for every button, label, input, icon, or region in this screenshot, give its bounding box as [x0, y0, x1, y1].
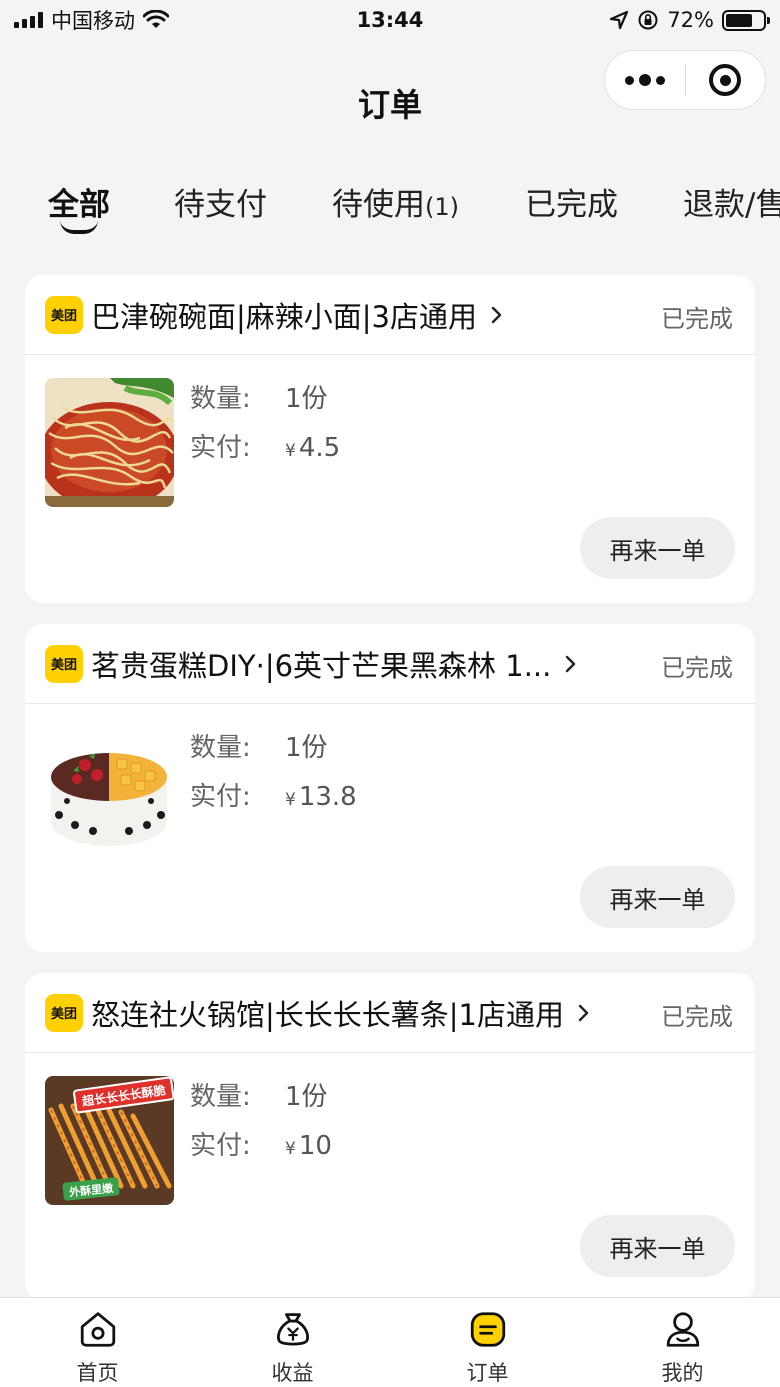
order-card-header[interactable]: 美团 怒连社火锅馆|长长长长薯条|1店通用 已完成: [25, 973, 755, 1053]
shop-name: 茗贵蛋糕DIY·|6英寸芒果黑森林 1...: [91, 648, 552, 683]
money-bag-icon: [276, 1313, 309, 1346]
shop-name: 巴津碗碗面|麻辣小面|3店通用: [91, 299, 477, 334]
tab-count-badge: (1): [425, 193, 459, 221]
profile-icon: [666, 1312, 699, 1347]
quantity-value: 1份: [285, 1082, 328, 1112]
quantity-value: 1份: [285, 384, 328, 414]
paid-label: 实付:: [190, 1131, 251, 1161]
orders-icon: [470, 1312, 505, 1347]
nav-item-home[interactable]: 首页: [0, 1298, 195, 1387]
order-status: 已完成: [661, 654, 733, 682]
currency-symbol: ¥: [285, 790, 296, 810]
nav-label: 首页: [76, 1361, 119, 1385]
battery-icon: [722, 9, 770, 31]
order-card: 美团 怒连社火锅馆|长长长长薯条|1店通用 已完成 超长长长长酥脆 外酥里嫩 数…: [25, 973, 755, 1301]
fries-image[interactable]: 超长长长长酥脆 外酥里嫩: [45, 1076, 174, 1205]
quantity-label: 数量:: [190, 1082, 251, 1112]
order-card-body: 超长长长长酥脆 外酥里嫩 数量: 1份 实付: ¥10 再来一单: [25, 1053, 755, 1301]
signal-icon: [14, 12, 43, 28]
nav-label: 我的: [661, 1361, 704, 1385]
more-button[interactable]: [605, 51, 685, 109]
noodles-image[interactable]: [45, 378, 174, 507]
mini-program-capsule: [604, 50, 766, 110]
wifi-icon: [143, 10, 169, 28]
close-miniprogram-button[interactable]: [686, 51, 766, 109]
tab-label: 全部: [48, 187, 110, 223]
paid-amount: 4.5: [298, 433, 341, 463]
chevron-right-icon: [491, 306, 502, 323]
tab-pending-payment[interactable]: 待支付: [174, 180, 267, 240]
paid-amount: 13.8: [298, 782, 357, 812]
order-status: 已完成: [661, 1003, 733, 1031]
status-bar: 中国移动 13:44 72%: [0, 0, 780, 40]
order-card-body: 数量: 1份 实付: ¥13.8 再来一单: [25, 704, 755, 952]
shop-name: 怒连社火锅馆|长长长长薯条|1店通用: [91, 997, 564, 1032]
paid-label: 实付:: [190, 782, 251, 812]
order-tabs: 全部 待支付 待使用(1) 已完成 退款/售: [0, 180, 780, 250]
reorder-button[interactable]: 再来一单: [580, 866, 735, 928]
quantity-label: 数量:: [190, 733, 251, 763]
meituan-logo-icon: 美团: [45, 644, 83, 683]
order-card-header[interactable]: 美团 巴津碗碗面|麻辣小面|3店通用 已完成: [25, 275, 755, 355]
order-info: 数量: 1份 实付: ¥10: [190, 1073, 332, 1174]
quantity-label: 数量:: [190, 384, 251, 414]
order-status: 已完成: [661, 305, 733, 333]
paid-amount: 10: [298, 1131, 332, 1161]
currency-symbol: ¥: [285, 441, 296, 461]
nav-label: 订单: [466, 1361, 509, 1385]
order-card-body: 数量: 1份 实付: ¥4.5 再来一单: [25, 355, 755, 603]
tab-to-use[interactable]: 待使用(1): [332, 180, 459, 240]
tab-label: 待支付: [174, 187, 267, 223]
cake-image[interactable]: [45, 727, 174, 856]
nav-item-profile[interactable]: 我的: [585, 1298, 780, 1387]
currency-symbol: ¥: [285, 1139, 296, 1159]
tab-label: 待使用: [332, 187, 425, 223]
paid-label: 实付:: [190, 433, 251, 463]
tab-refund[interactable]: 退款/售: [683, 180, 780, 240]
order-card-header[interactable]: 美团 茗贵蛋糕DIY·|6英寸芒果黑森林 1... 已完成: [25, 624, 755, 704]
carrier-name: 中国移动: [51, 9, 135, 33]
more-dots-icon: [624, 74, 665, 86]
nav-label: 收益: [271, 1361, 314, 1385]
meituan-logo-icon: 美团: [45, 993, 83, 1032]
reorder-button[interactable]: 再来一单: [580, 1215, 735, 1277]
quantity-value: 1份: [285, 733, 328, 763]
order-card: 美团 巴津碗碗面|麻辣小面|3店通用 已完成 数量: 1份 实付: ¥ 4.5 …: [25, 275, 755, 603]
battery-percent: 72%: [667, 8, 714, 32]
home-icon: [80, 1312, 115, 1347]
bottom-nav: 首页 收益 订单 我的: [0, 1297, 780, 1387]
nav-item-earnings[interactable]: 收益: [195, 1298, 390, 1387]
order-card: 美团 茗贵蛋糕DIY·|6英寸芒果黑森林 1... 已完成 数量: 1份 实付:…: [25, 624, 755, 952]
order-info: 数量: 1份 实付: ¥13.8: [190, 724, 357, 825]
tab-completed[interactable]: 已完成: [525, 180, 618, 240]
reorder-button[interactable]: 再来一单: [580, 517, 735, 579]
orientation-lock-icon: [638, 10, 658, 30]
location-arrow-icon: [610, 10, 629, 30]
target-icon: [709, 64, 742, 96]
chevron-right-icon: [566, 655, 576, 672]
meituan-logo-icon: 美团: [45, 295, 83, 334]
title-bar: 订单: [0, 40, 780, 160]
tab-label: 已完成: [525, 187, 618, 223]
order-info: 数量: 1份 实付: ¥4.5: [190, 375, 340, 476]
nav-item-orders[interactable]: 订单: [390, 1298, 585, 1387]
tab-label: 退款/售: [683, 187, 780, 223]
chevron-right-icon: [578, 1004, 589, 1021]
